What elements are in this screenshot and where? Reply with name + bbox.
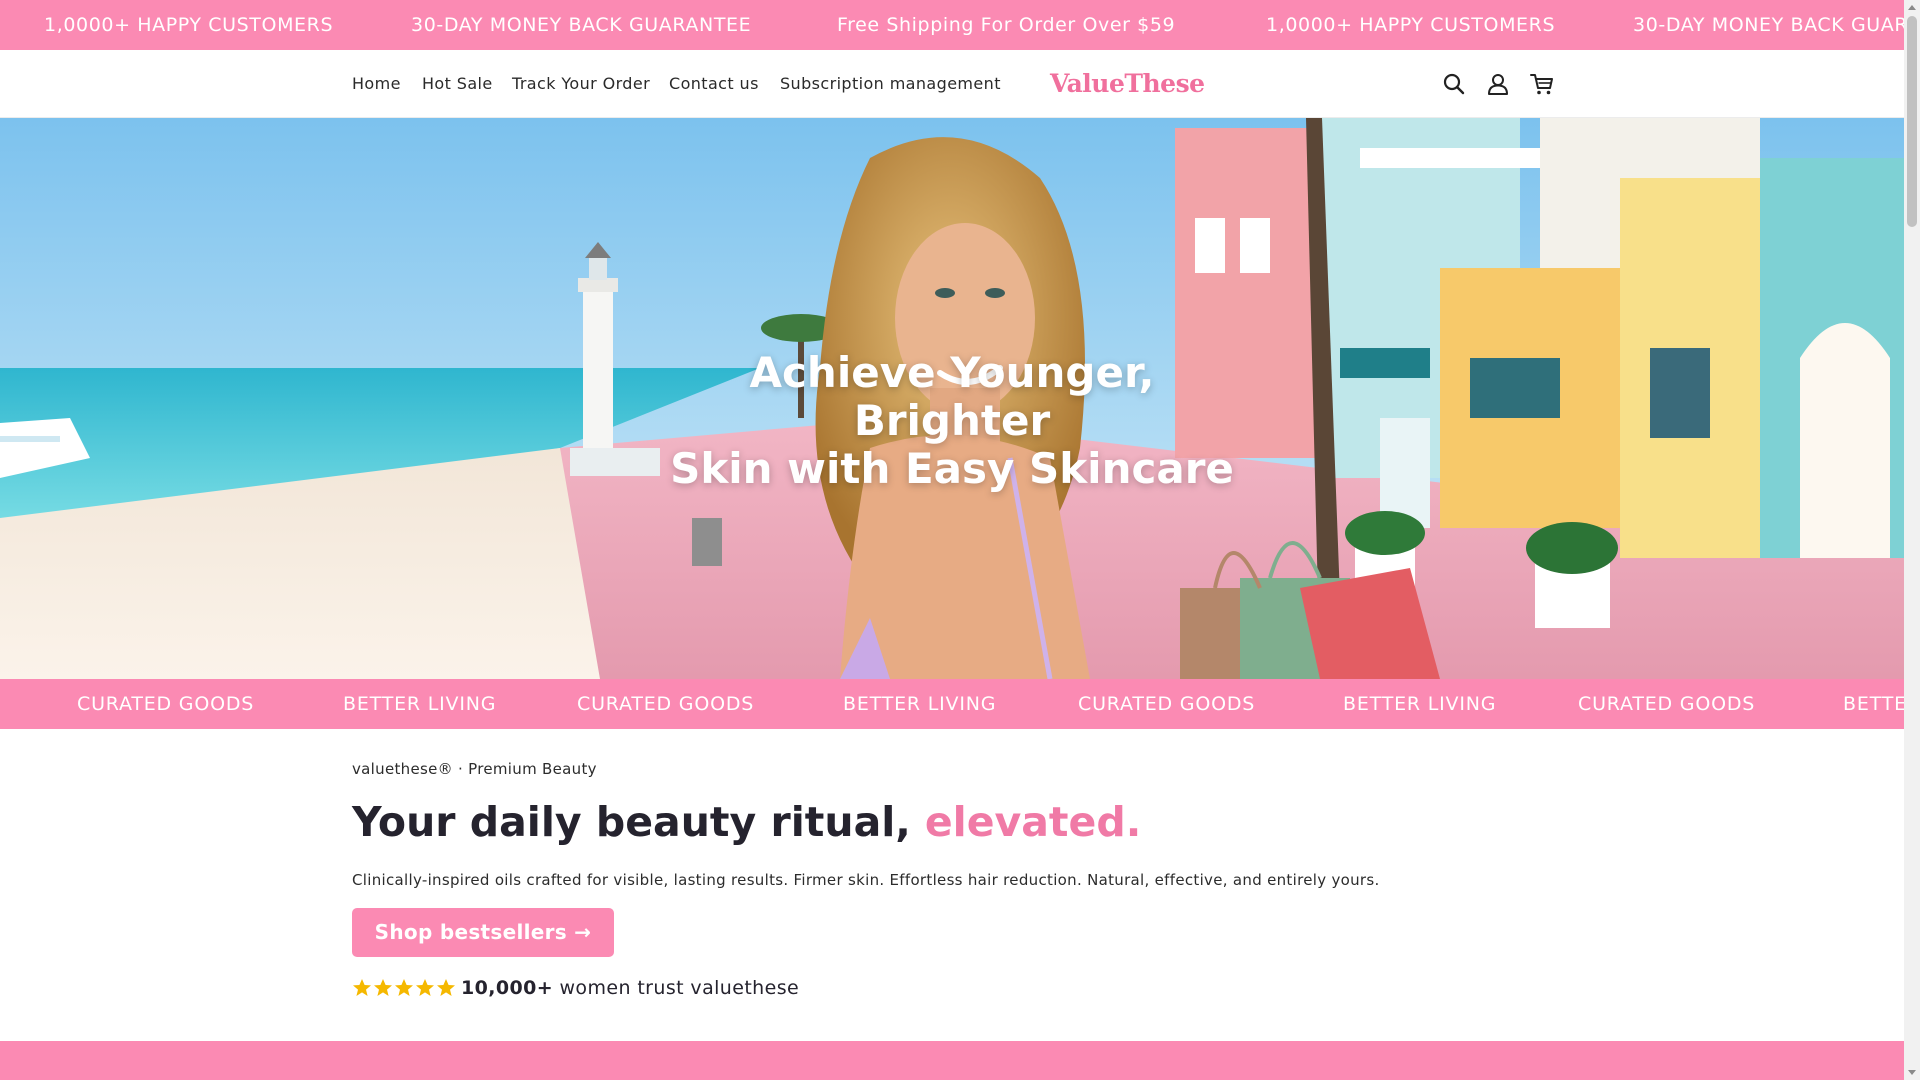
marquee-item: BETTE [1843, 693, 1904, 715]
next-section-band [0, 1041, 1904, 1080]
announcement-item: 1,0000+ HAPPY CUSTOMERS [44, 14, 334, 36]
nav-hot-sale[interactable]: Hot Sale [422, 50, 493, 118]
chevron-down-icon [1908, 1070, 1916, 1075]
marquee-item: CURATED GOODS [1578, 693, 1756, 715]
cart-icon[interactable] [1528, 70, 1556, 98]
hero-title-line-2: Skin with Easy Skincare [670, 444, 1234, 493]
announcement-item: 30-DAY MONEY BACK GUARANTEE [411, 14, 752, 36]
intro-headline: Your daily beauty ritual, elevated. [352, 798, 1141, 846]
trust-count: 10,000+ [461, 977, 554, 999]
star-icon [374, 979, 392, 996]
marquee-item: CURATED GOODS [77, 693, 255, 715]
marquee-item: BETTER LIVING [843, 693, 997, 715]
chevron-up-icon [1908, 5, 1916, 10]
announcement-track: 1,0000+ HAPPY CUSTOMERS 30-DAY MONEY BAC… [0, 0, 1904, 50]
announcement-item: 1,0000+ HAPPY CUSTOMERS [1266, 14, 1556, 36]
announcement-item: 30-DAY MONEY BACK GUARA [1633, 14, 1904, 36]
page-scrollbar[interactable] [1904, 0, 1920, 1080]
announcement-bar: 1,0000+ HAPPY CUSTOMERS 30-DAY MONEY BAC… [0, 0, 1904, 50]
star-icon [353, 979, 371, 996]
star-icon [416, 979, 434, 996]
intro-description: Clinically-inspired oils crafted for vis… [352, 871, 1380, 889]
scroll-up-button[interactable] [1904, 0, 1920, 16]
hero-title-line-1: Achieve Younger, Brighter [749, 348, 1155, 445]
marquee-item: BETTER LIVING [1343, 693, 1497, 715]
marquee-item: BETTER LIVING [343, 693, 497, 715]
site-header: Home Hot Sale Track Your Order Contact u… [0, 50, 1904, 118]
search-icon[interactable] [1440, 70, 1468, 98]
page: 1,0000+ HAPPY CUSTOMERS 30-DAY MONEY BAC… [0, 0, 1904, 1080]
scroll-thumb[interactable] [1907, 16, 1917, 227]
star-icon [437, 979, 455, 996]
trust-label: women trust valuethese [553, 977, 800, 999]
star-icon [395, 979, 413, 996]
scroll-down-button[interactable] [1904, 1064, 1920, 1080]
nav-contact-us[interactable]: Contact us [669, 50, 759, 118]
curated-marquee: CURATED GOODS BETTER LIVING CURATED GOOD… [0, 679, 1904, 729]
nav-track-order[interactable]: Track Your Order [512, 50, 650, 118]
site-logo[interactable]: ValueThese [1050, 50, 1205, 118]
hero-title: Achieve Younger, Brighter Skin with Easy… [652, 349, 1252, 493]
headline-main: Your daily beauty ritual, [352, 798, 911, 846]
marquee-item: CURATED GOODS [1078, 693, 1256, 715]
headline-accent: elevated. [924, 798, 1142, 846]
marquee-item: CURATED GOODS [577, 693, 755, 715]
brand-eyebrow: valuethese® · Premium Beauty [352, 760, 597, 778]
announcement-item: Free Shipping For Order Over $59 [837, 14, 1176, 36]
nav-home[interactable]: Home [352, 50, 401, 118]
shop-bestsellers-button[interactable]: Shop bestsellers → [352, 908, 614, 957]
trust-text: 10,000+ women trust valuethese [461, 975, 799, 1001]
nav-subscription-management[interactable]: Subscription management [780, 50, 1001, 118]
account-icon[interactable] [1484, 70, 1512, 98]
hero-banner[interactable]: Achieve Younger, Brighter Skin with Easy… [0, 118, 1904, 679]
